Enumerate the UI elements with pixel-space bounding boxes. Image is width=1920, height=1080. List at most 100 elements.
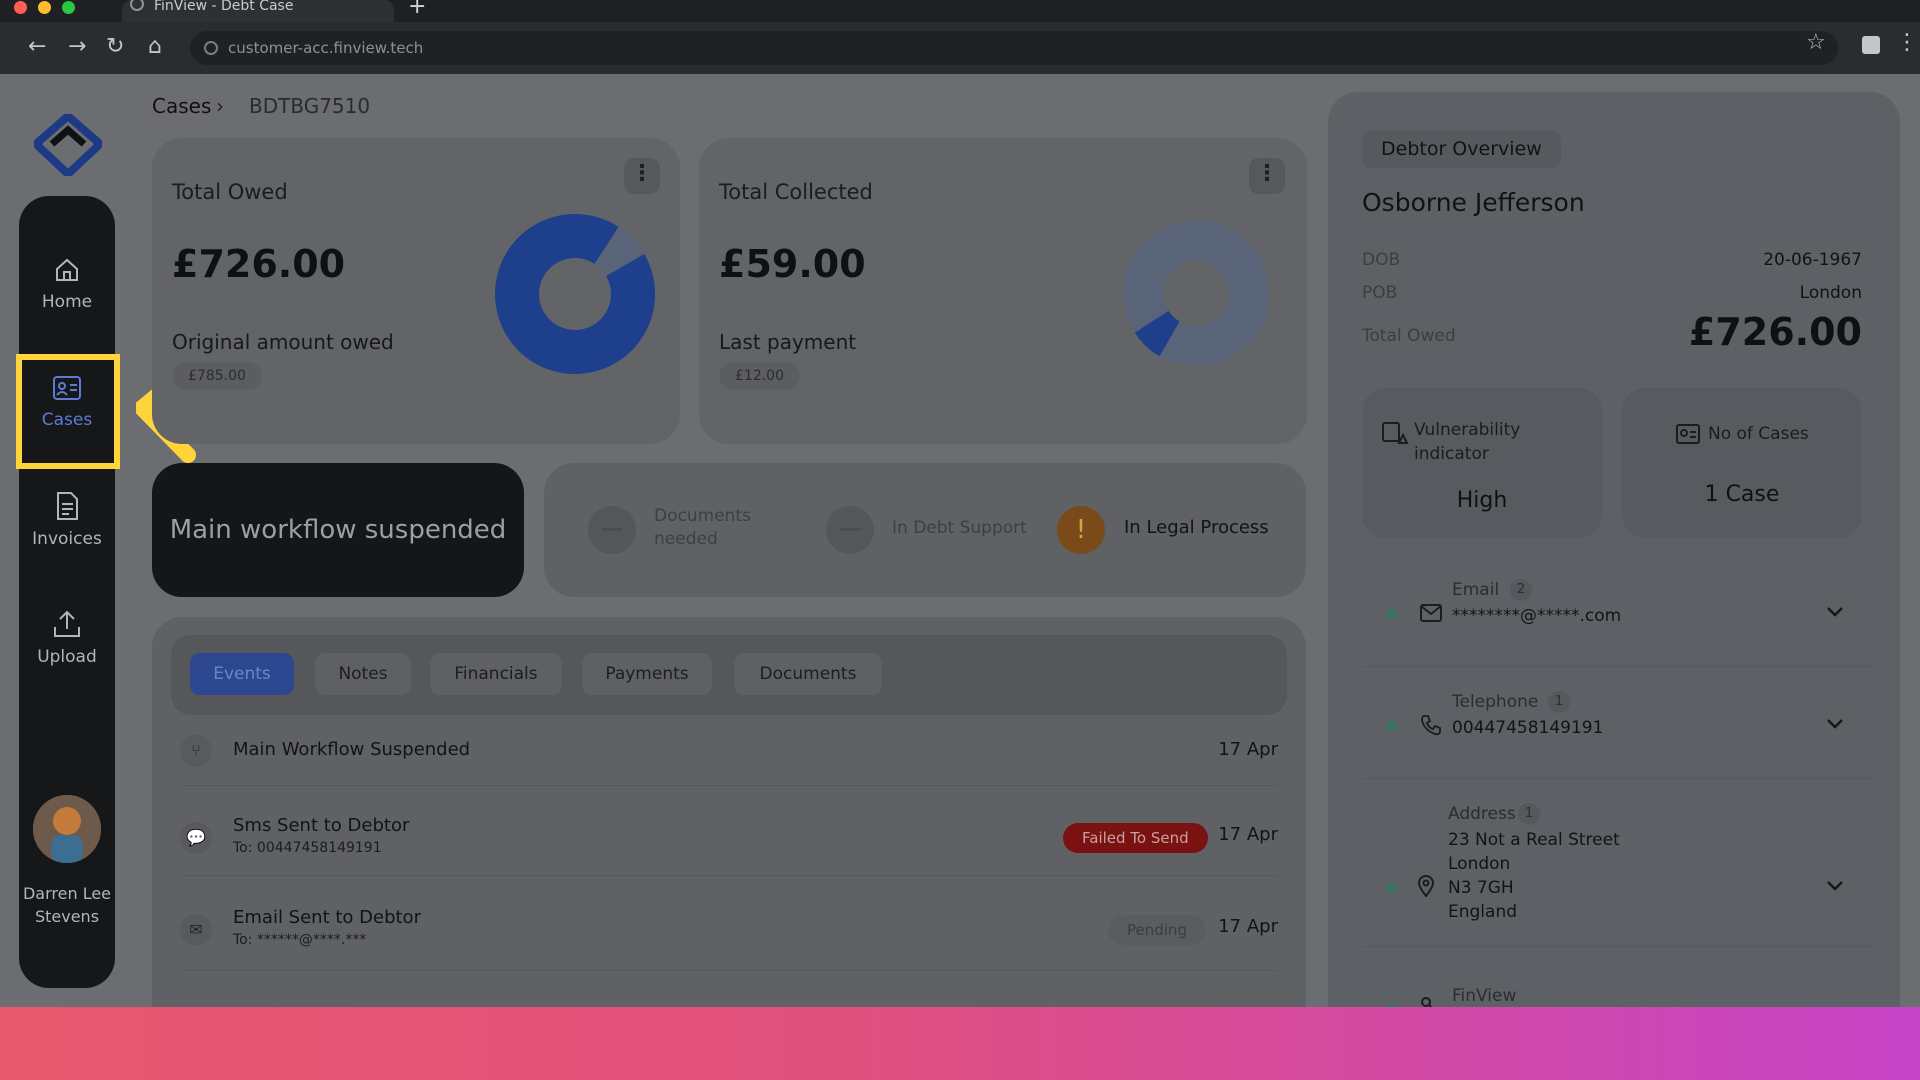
contact-label: Address — [1448, 804, 1516, 824]
extensions-icon[interactable] — [1862, 36, 1880, 54]
sidebar-item-upload[interactable]: Upload — [19, 609, 115, 667]
dob-value: 20-06-1967 — [1763, 250, 1862, 270]
events-tab-bar: Events Notes Financials Payments Documen… — [171, 635, 1287, 715]
forward-icon[interactable]: → — [68, 34, 86, 60]
debtor-name: Osborne Jefferson — [1362, 188, 1585, 217]
original-amount-label: Original amount owed — [172, 330, 394, 354]
last-payment-badge: £12.00 — [719, 362, 800, 390]
tab-events[interactable]: Events — [190, 653, 294, 695]
tab-documents[interactable]: Documents — [734, 653, 882, 695]
sidebar-item-label: Invoices — [32, 529, 102, 549]
chevron-down-icon[interactable] — [1826, 718, 1844, 730]
browser-tab[interactable]: FinView - Debt Case — [122, 0, 394, 22]
minus-icon — [826, 506, 874, 554]
tab-payments[interactable]: Payments — [582, 653, 712, 695]
total-owed-card: Total Owed £726.00 Original amount owed … — [152, 138, 680, 444]
step-debt-support: In Debt Support — [892, 518, 1027, 538]
contact-count-badge: 1 — [1548, 691, 1570, 713]
contact-label: Email — [1452, 580, 1500, 600]
sidebar-item-invoices[interactable]: Invoices — [19, 491, 115, 549]
tab-title: FinView - Debt Case — [154, 0, 294, 14]
divider — [1362, 778, 1872, 779]
avatar-image — [33, 795, 101, 863]
pob-value: London — [1799, 283, 1862, 303]
sidebar-item-label: Home — [41, 292, 93, 312]
vulnerability-label: Vulnerability indicator — [1414, 420, 1521, 464]
contact-telephone-row[interactable]: Telephone 1 00447458149191 — [1362, 688, 1872, 788]
total-collected-card: Total Collected £59.00 Last payment £12.… — [699, 138, 1307, 444]
sidebar-item-label: Upload — [37, 647, 97, 667]
browser-toolbar: ← → ↻ ⌂ customer-acc.finview.tech — [0, 22, 1920, 74]
site-info-icon[interactable] — [204, 41, 218, 55]
chevron-down-icon[interactable] — [1826, 606, 1844, 618]
event-title: Main Workflow Suspended — [233, 739, 471, 760]
status-dot — [1387, 884, 1396, 893]
address-line-4: England — [1448, 902, 1518, 922]
browser-tab-bar: FinView - Debt Case + — [0, 0, 1920, 22]
donut-segment — [1134, 310, 1181, 357]
browser-menu-icon[interactable]: ⋮ — [1896, 30, 1918, 55]
branch-icon: ⑂ — [180, 735, 212, 767]
event-subtitle: To: 00447458149191 — [233, 840, 382, 856]
last-payment-label: Last payment — [719, 330, 857, 354]
phone-icon — [1421, 715, 1441, 736]
chevron-right-icon: › — [216, 94, 224, 118]
dob-label: DOB — [1362, 250, 1401, 270]
card-menu-button[interactable]: ⋮ — [624, 158, 660, 194]
contact-label: FinView — [1452, 986, 1517, 1006]
total-owed-amount: £726.00 — [172, 242, 346, 286]
event-title: Sms Sent to Debtor — [233, 815, 410, 836]
finview-logo[interactable] — [34, 114, 102, 176]
contact-value: 00447458149191 — [1452, 718, 1604, 738]
event-date: 17 Apr — [1218, 824, 1278, 845]
chat-icon: 💬 — [180, 822, 212, 854]
maximize-window-button[interactable] — [62, 1, 75, 14]
card-title: Total Collected — [719, 180, 873, 204]
contact-label: Telephone — [1452, 692, 1539, 712]
address-line-3: N3 7GH — [1448, 878, 1514, 898]
new-tab-button[interactable]: + — [408, 0, 426, 19]
cases-count-card: No of Cases 1 Case — [1622, 388, 1862, 538]
total-owed-value: £726.00 — [1688, 310, 1862, 354]
avatar[interactable] — [33, 795, 101, 863]
sidebar-item-home[interactable]: Home — [19, 256, 115, 312]
reload-icon[interactable]: ↻ — [106, 34, 124, 60]
user-name[interactable]: Darren Lee Stevens — [19, 882, 115, 928]
url-text[interactable]: customer-acc.finview.tech — [228, 39, 423, 57]
owed-donut-chart — [495, 214, 655, 374]
vulnerability-value: High — [1456, 488, 1508, 513]
card-title: Total Owed — [172, 180, 288, 204]
location-pin-icon — [1417, 875, 1435, 897]
home-browser-icon[interactable]: ⌂ — [148, 34, 162, 60]
address-line-1: 23 Not a Real Street — [1448, 830, 1620, 850]
event-date: 17 Apr — [1218, 739, 1278, 760]
globe-icon — [130, 0, 144, 11]
tab-financials[interactable]: Financials — [430, 653, 562, 695]
tab-notes[interactable]: Notes — [315, 653, 411, 695]
address-bar[interactable]: customer-acc.finview.tech — [190, 31, 1838, 65]
mail-icon: ✉ — [180, 914, 212, 946]
upload-icon — [54, 610, 80, 637]
debtor-overview-chip: Debtor Overview — [1362, 130, 1561, 168]
breadcrumb-cases-link[interactable]: Cases — [152, 94, 211, 118]
card-menu-button[interactable]: ⋮ — [1249, 158, 1285, 194]
minus-icon — [588, 506, 636, 554]
divider — [180, 970, 1278, 971]
divider — [1362, 946, 1872, 947]
events-panel: Events Notes Financials Payments Documen… — [152, 617, 1306, 1017]
contact-address-row[interactable]: Address 1 23 Not a Real Street London N3… — [1362, 800, 1872, 970]
event-subtitle: To: ******@****.*** — [233, 932, 367, 948]
minimize-window-button[interactable] — [38, 1, 51, 14]
close-window-button[interactable] — [14, 1, 27, 14]
workflow-steps: Documents needed In Debt Support ! In Le… — [544, 463, 1306, 597]
address-line-2: London — [1448, 854, 1511, 874]
workflow-status-banner: Main workflow suspended — [152, 463, 524, 597]
back-icon[interactable]: ← — [28, 34, 46, 60]
status-dot — [1387, 609, 1396, 618]
home-icon — [56, 258, 78, 281]
main-sidebar: Home Cases Invoices Upload — [19, 196, 115, 988]
bookmark-star-icon[interactable]: ☆ — [1806, 30, 1826, 55]
document-icon — [57, 492, 78, 520]
contact-email-row[interactable]: Email 2 ********@*****.com — [1362, 576, 1872, 676]
chevron-down-icon[interactable] — [1826, 880, 1844, 892]
